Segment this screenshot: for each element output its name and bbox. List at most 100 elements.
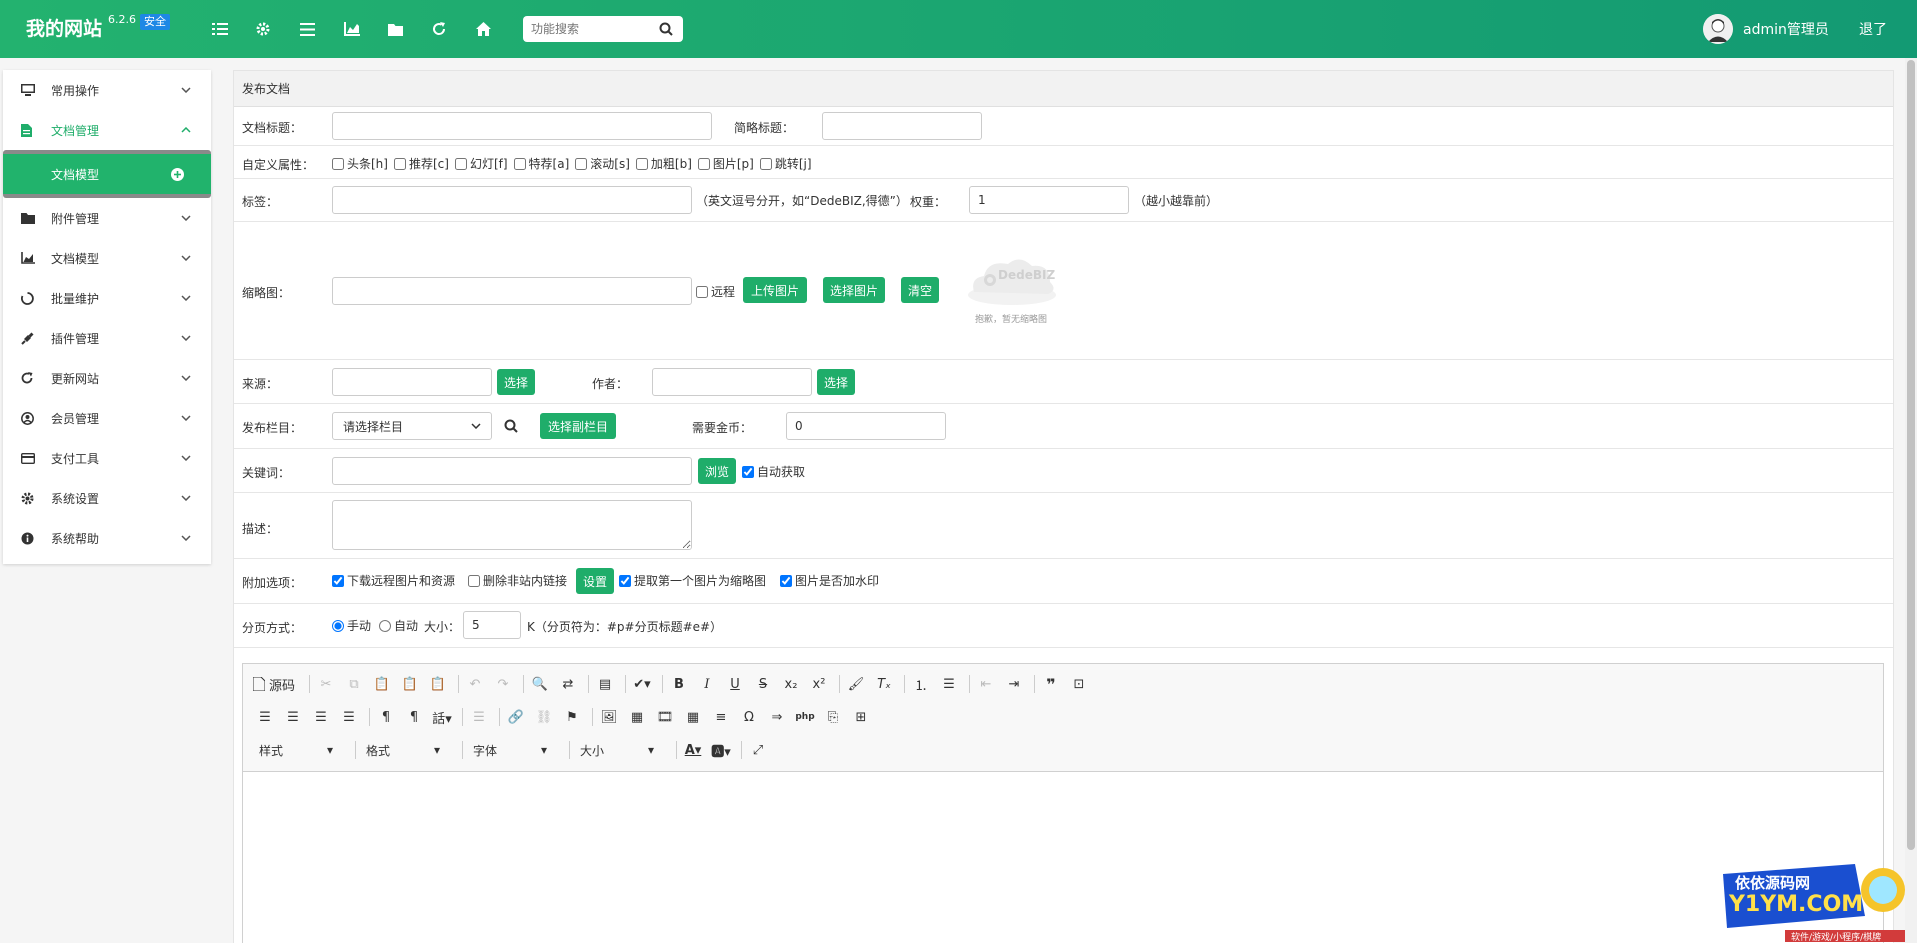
undo-icon[interactable]: ↶ [463, 672, 487, 696]
attr-checkbox-p[interactable]: 图片[p] [697, 155, 754, 172]
font-combo[interactable]: 字体 ▾ [467, 738, 553, 762]
refresh-icon[interactable] [432, 18, 476, 40]
image-icon[interactable]: 🖼 [597, 705, 621, 729]
attr-checkbox-b[interactable]: 加粗[b] [635, 155, 692, 172]
copy-format-icon[interactable]: 🖌 [844, 672, 868, 696]
numbered-list-icon[interactable]: ⒈ [909, 672, 933, 696]
source-button[interactable]: 源码 [253, 672, 301, 696]
align-right-icon[interactable]: ☰ [309, 705, 333, 729]
horizontal-rule-icon[interactable]: ≡ [709, 705, 733, 729]
list-icon[interactable] [212, 18, 256, 40]
category-select[interactable]: 请选择栏目 [332, 412, 492, 440]
upload-image-button[interactable]: 上传图片 [743, 277, 807, 303]
sidebar-item-settings[interactable]: 系统设置 [3, 478, 211, 518]
attr-checkbox-h[interactable]: 头条[h] [332, 155, 388, 172]
style-combo[interactable]: 样式 ▾ [253, 738, 339, 762]
align-left-icon[interactable]: ☰ [253, 705, 277, 729]
search-input[interactable] [523, 17, 653, 41]
indent-icon[interactable]: ⇥ [1002, 672, 1026, 696]
weight-input[interactable] [969, 186, 1129, 214]
cut-icon[interactable]: ✂ [314, 672, 338, 696]
page-break-icon[interactable]: ⇒ [765, 705, 789, 729]
attr-checkbox-j[interactable]: 跳转[j] [759, 155, 812, 172]
redo-icon[interactable]: ↷ [491, 672, 515, 696]
sidebar-item-common[interactable]: 常用操作 [3, 70, 211, 110]
unlink-icon[interactable]: ⛓ [532, 705, 556, 729]
watermark-checkbox[interactable]: 图片是否加水印 [780, 572, 879, 589]
superscript-icon[interactable]: x² [807, 672, 831, 696]
attr-checkbox-f[interactable]: 幻灯[f] [454, 155, 508, 172]
home-icon[interactable] [476, 18, 520, 40]
ltr-icon[interactable]: ¶ [374, 705, 398, 729]
align-justify-icon[interactable]: ☰ [337, 705, 361, 729]
auto-get-checkbox[interactable]: 自动获取 [742, 463, 805, 480]
video-icon[interactable]: 🎞 [653, 705, 677, 729]
paste-word-icon[interactable]: 📋 [426, 672, 450, 696]
source-input[interactable] [332, 368, 492, 396]
brand[interactable]: 我的网站 6.2.6 安全 [26, 13, 171, 41]
bold-icon[interactable]: B [667, 672, 691, 696]
paging-auto-radio[interactable]: 自动 [379, 617, 418, 634]
select-all-icon[interactable]: ▤ [593, 672, 617, 696]
menu-icon[interactable] [300, 18, 344, 40]
editor-content-area[interactable] [243, 772, 1883, 943]
search-icon[interactable] [504, 419, 518, 433]
sidebar-item-attachments[interactable]: 附件管理 [3, 198, 211, 238]
add-image-icon[interactable]: ⊞ [849, 705, 873, 729]
spellcheck-icon[interactable]: ✔▾ [630, 672, 654, 696]
page-scrollbar-thumb[interactable] [1907, 60, 1915, 850]
bg-color-icon[interactable]: 🅰▾ [709, 738, 733, 762]
attr-checkbox-s[interactable]: 滚动[s] [575, 155, 630, 172]
size-combo[interactable]: 大小 ▾ [574, 738, 660, 762]
replace-icon[interactable]: ⇄ [556, 672, 580, 696]
sidebar-item-update-site[interactable]: 更新网站 [3, 358, 211, 398]
thumb-input[interactable] [332, 277, 692, 305]
author-select-button[interactable]: 选择 [817, 369, 855, 395]
div-container-icon[interactable]: ⊡ [1067, 672, 1091, 696]
size-input[interactable] [463, 611, 521, 639]
logout-link[interactable]: 退了 [1859, 19, 1887, 39]
find-icon[interactable]: 🔍 [528, 672, 552, 696]
folder-icon[interactable] [388, 18, 432, 40]
sidebar-item-doc-model[interactable]: 文档模型 [3, 238, 211, 278]
special-char-icon[interactable]: Ω [737, 705, 761, 729]
link-icon[interactable]: 🔗 [504, 705, 528, 729]
keywords-input[interactable] [332, 457, 692, 485]
clear-thumb-button[interactable]: 清空 [901, 277, 939, 303]
rtl-icon[interactable]: ¶ [402, 705, 426, 729]
attr-checkbox-c[interactable]: 推荐[c] [393, 155, 449, 172]
choose-sub-category-button[interactable]: 选择副栏目 [540, 413, 616, 439]
sidebar-subitem-doc-model[interactable]: 文档模型 [3, 154, 211, 194]
table-icon[interactable]: ▦ [681, 705, 705, 729]
remote-checkbox[interactable]: 远程 [696, 283, 735, 300]
browse-keywords-button[interactable]: 浏览 [698, 458, 736, 484]
title-input[interactable] [332, 112, 712, 140]
attr-checkbox-a[interactable]: 特荐[a] [513, 155, 569, 172]
gear-icon[interactable] [256, 18, 300, 40]
maximize-icon[interactable]: ⤢ [746, 738, 770, 762]
bidi-icon[interactable]: ☰ [467, 705, 491, 729]
copy-icon[interactable]: ⧉ [342, 672, 366, 696]
sidebar-item-documents[interactable]: 文档管理 [3, 110, 211, 150]
code-icon[interactable]: php [793, 705, 817, 729]
flash-icon[interactable]: ▦ [625, 705, 649, 729]
author-input[interactable] [652, 368, 812, 396]
paging-manual-radio[interactable]: 手动 [332, 617, 371, 634]
outdent-icon[interactable]: ⇤ [974, 672, 998, 696]
paste-icon[interactable]: 📋 [370, 672, 394, 696]
remove-links-checkbox[interactable]: 删除非站内链接 [468, 572, 567, 589]
download-remote-checkbox[interactable]: 下载远程图片和资源 [332, 572, 455, 589]
desc-textarea[interactable] [332, 500, 692, 550]
first-image-thumb-checkbox[interactable]: 提取第一个图片为缩略图 [619, 572, 766, 589]
paste-text-icon[interactable]: 📋 [398, 672, 422, 696]
sidebar-item-batch[interactable]: 批量维护 [3, 278, 211, 318]
sidebar-item-help[interactable]: 系统帮助 [3, 518, 211, 558]
underline-icon[interactable]: U [723, 672, 747, 696]
short-title-input[interactable] [822, 112, 982, 140]
extra-settings-button[interactable]: 设置 [576, 568, 614, 594]
text-color-icon[interactable]: A▾ [681, 738, 705, 762]
sidebar-item-members[interactable]: 会员管理 [3, 398, 211, 438]
plus-circle-icon[interactable] [171, 167, 211, 181]
strikethrough-icon[interactable]: S [751, 672, 775, 696]
chart-icon[interactable] [344, 18, 388, 40]
